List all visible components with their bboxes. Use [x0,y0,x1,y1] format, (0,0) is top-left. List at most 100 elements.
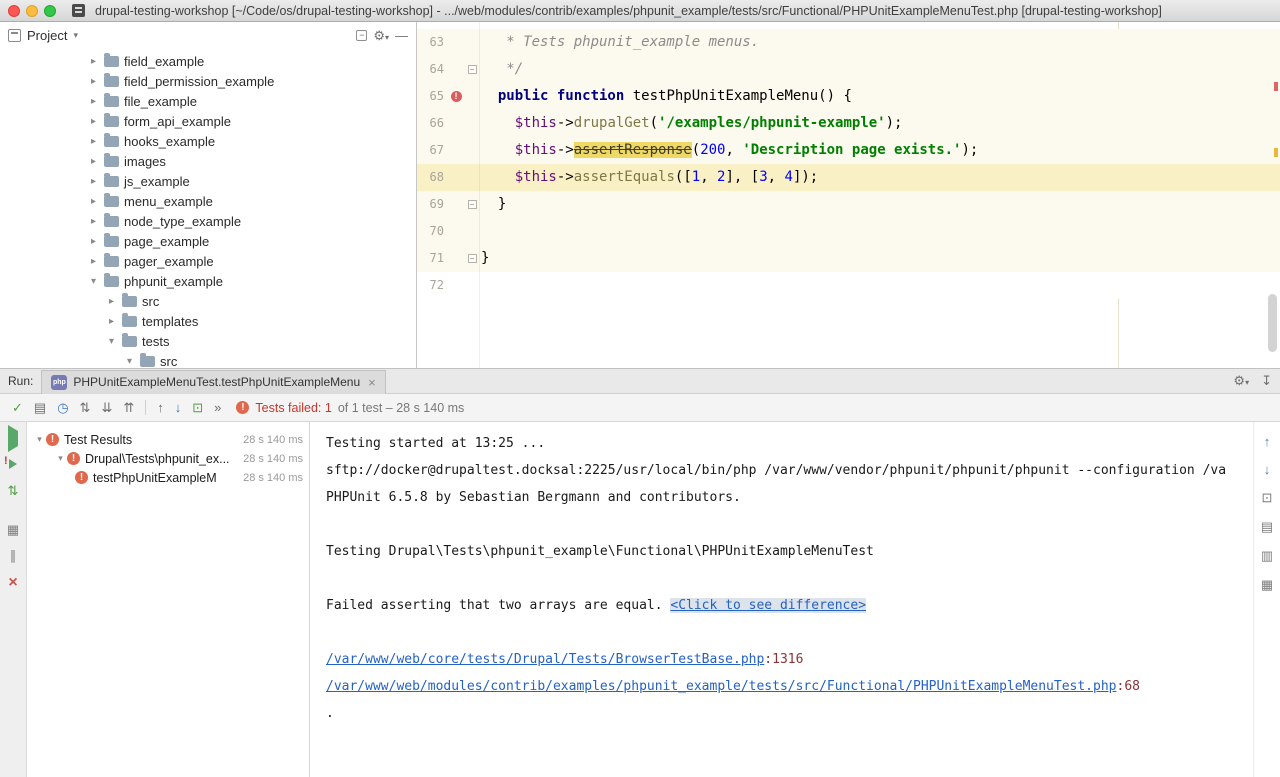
project-tree-item[interactable]: ▸field_permission_example [0,71,416,91]
output-console-icon[interactable]: ▤ [34,401,46,414]
close-tab-icon[interactable]: × [368,375,376,390]
project-tree-item[interactable]: ▸images [0,151,416,171]
open-in-editor-icon[interactable]: ▤ [1261,519,1273,535]
project-tree-item[interactable]: ▸js_example [0,171,416,191]
fold-icon[interactable] [468,200,477,209]
print-icon[interactable]: ▥ [1261,548,1273,564]
expand-all-icon[interactable]: ⇊ [101,401,112,414]
chevron-right-icon[interactable]: ▸ [88,96,99,107]
chevron-down-icon[interactable]: ▾ [106,336,117,347]
project-tree-item[interactable]: ▸page_example [0,231,416,251]
close-icon[interactable]: × [8,575,17,591]
gear-icon[interactable]: ⚙▾ [1233,373,1249,389]
project-tree-item[interactable]: ▸hooks_example [0,131,416,151]
editor-line[interactable]: 72 [417,272,1280,299]
editor-line[interactable]: 69 } [417,191,1280,218]
collapse-all-icon[interactable] [356,30,367,41]
code-segment: $this [515,115,557,131]
project-header-label[interactable]: Project [27,28,67,43]
editor-line[interactable]: 63 * Tests phpunit_example menus. [417,29,1280,56]
gutter-fold-column [465,29,479,56]
clear-all-icon[interactable]: ▦ [1261,577,1273,593]
chevron-right-icon[interactable]: ▸ [88,56,99,67]
chevron-right-icon[interactable]: ▸ [88,156,99,167]
collapse-all-icon[interactable]: ⇈ [123,401,134,414]
test-tree-item[interactable]: testPhpUnitExampleM28 s 140 ms [27,468,309,487]
editor-line[interactable]: 64 */ [417,56,1280,83]
project-tree-item[interactable]: ▾phpunit_example [0,271,416,291]
show-passed-icon[interactable]: ✓ [12,401,23,414]
restore-layout-icon[interactable]: ▦ [7,523,19,536]
project-tree-item[interactable]: ▸pager_example [0,251,416,271]
console-link[interactable]: /var/www/web/core/tests/Drupal/Tests/Bro… [326,652,764,667]
dock-panel-icon[interactable]: ↧ [1261,373,1272,389]
pause-output-icon[interactable]: ∥ [10,549,17,562]
project-tree-item[interactable]: ▸src [0,291,416,311]
chevron-right-icon[interactable]: ▸ [88,216,99,227]
editor-line[interactable]: 65 public function testPhpUnitExampleMen… [417,83,1280,110]
sort-by-duration-icon[interactable]: ◷ [57,401,68,414]
project-tree-item[interactable]: ▸field_example [0,51,416,71]
rerun-failed-tests-icon[interactable]: ! [9,458,17,471]
console-link[interactable]: /var/www/web/modules/contrib/examples/ph… [326,679,1117,694]
error-stripe-mark[interactable] [1274,82,1278,91]
chevron-right-icon[interactable]: ▸ [88,116,99,127]
overflow-actions-icon[interactable]: » [214,401,221,414]
project-tree-item[interactable]: ▾tests [0,331,416,351]
code-editor[interactable]: 63 * Tests phpunit_example menus.64 */65… [417,22,1280,368]
sort-alphabetically-icon[interactable]: ⇅ [80,401,91,414]
import-test-results-icon[interactable]: ⊡ [192,401,203,414]
editor-line[interactable]: 66 $this->drupalGet('/examples/phpunit-e… [417,110,1280,137]
rerun-icon[interactable] [8,432,18,445]
hide-panel-icon[interactable]: — [395,29,408,42]
line-number: 72 [417,272,447,299]
gear-icon[interactable]: ⚙▾ [373,29,389,42]
editor-line[interactable]: 67 $this->assertResponse(200, 'Descripti… [417,137,1280,164]
project-tree-item[interactable]: ▸form_api_example [0,111,416,131]
chevron-down-icon[interactable]: ▾ [88,276,99,287]
console-link[interactable]: <Click to see difference> [670,598,866,613]
document-icon [72,4,85,17]
editor-scrollbar[interactable] [1268,294,1277,352]
editor-line[interactable]: 70 [417,218,1280,245]
export-test-results-icon[interactable]: ⊡ [1262,490,1273,506]
previous-failed-test-icon[interactable]: ↑ [157,401,164,414]
console-output[interactable]: Testing started at 13:25 ...sftp://docke… [310,422,1253,777]
toggle-auto-test-icon[interactable]: ⇅ [8,484,19,497]
chevron-right-icon[interactable]: ▸ [88,236,99,247]
test-failed-gutter-icon[interactable] [451,91,462,102]
close-window-button[interactable] [8,5,20,17]
chevron-right-icon[interactable]: ▸ [88,196,99,207]
project-tree-item[interactable]: ▸templates [0,311,416,331]
chevron-right-icon[interactable]: ▸ [88,76,99,87]
editor-line[interactable]: 71} [417,245,1280,272]
test-tree-item[interactable]: ▾Drupal\Tests\phpunit_ex...28 s 140 ms [27,449,309,468]
chevron-right-icon[interactable]: ▸ [106,296,117,307]
chevron-right-icon[interactable]: ▸ [106,316,117,327]
next-failed-test-icon[interactable]: ↓ [175,401,182,414]
fold-icon[interactable] [468,254,477,263]
editor-line[interactable]: 68 $this->assertEquals([1, 2], [3, 4]); [417,164,1280,191]
chevron-down-icon[interactable]: ▾ [54,453,67,464]
navigate-down-icon[interactable]: ↓ [1264,462,1271,477]
project-tree-item[interactable]: ▾src [0,351,416,368]
chevron-right-icon[interactable]: ▸ [88,176,99,187]
project-tree-item[interactable]: ▸menu_example [0,191,416,211]
zoom-window-button[interactable] [44,5,56,17]
gutter-run-column [447,272,465,299]
chevron-right-icon[interactable]: ▸ [88,256,99,267]
chevron-down-icon[interactable]: ▾ [73,30,78,41]
run-tab-label: PHPUnitExampleMenuTest.testPhpUnitExampl… [73,375,360,389]
navigate-up-icon[interactable]: ↑ [1264,434,1271,449]
chevron-right-icon[interactable]: ▸ [88,136,99,147]
project-tree-item[interactable]: ▸node_type_example [0,211,416,231]
folder-icon [104,176,119,187]
run-tab[interactable]: php PHPUnitExampleMenuTest.testPhpUnitEx… [41,370,385,394]
chevron-down-icon[interactable]: ▾ [33,434,46,445]
warning-stripe-mark[interactable] [1274,148,1278,157]
project-tree-item[interactable]: ▸file_example [0,91,416,111]
test-tree-item[interactable]: ▾Test Results28 s 140 ms [27,430,309,449]
minimize-window-button[interactable] [26,5,38,17]
fold-icon[interactable] [468,65,477,74]
chevron-down-icon[interactable]: ▾ [124,356,135,367]
